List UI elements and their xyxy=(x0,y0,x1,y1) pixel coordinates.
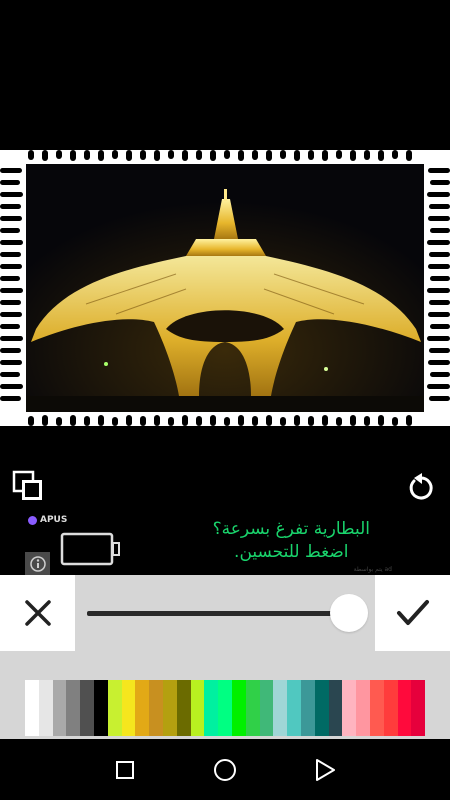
eiffel-tower-image xyxy=(26,164,424,412)
color-swatch[interactable] xyxy=(356,680,370,736)
color-swatch[interactable] xyxy=(411,680,426,736)
color-swatch[interactable] xyxy=(328,680,343,736)
ad-line-1: البطارية تفرغ بسرعة؟ xyxy=(212,519,370,539)
ad-banner[interactable]: APUS البطارية تفرغ بسرعة؟ اضغط للتحسين. … xyxy=(0,512,450,578)
home-button[interactable] xyxy=(205,750,245,790)
color-swatch[interactable] xyxy=(162,680,177,736)
color-swatch[interactable] xyxy=(273,680,288,736)
ad-line-2: اضغط للتحسين. xyxy=(234,542,349,562)
color-swatch[interactable] xyxy=(245,680,260,736)
color-swatch[interactable] xyxy=(300,680,315,736)
color-palette xyxy=(25,680,426,736)
frame-border-right xyxy=(427,168,450,401)
color-swatch[interactable] xyxy=(204,680,219,736)
color-swatch[interactable] xyxy=(135,680,150,736)
color-swatch[interactable] xyxy=(342,680,357,736)
square-icon xyxy=(116,761,134,779)
battery-icon xyxy=(60,532,122,566)
frame-border-bottom xyxy=(28,415,412,426)
color-swatch[interactable] xyxy=(107,680,122,736)
ad-watermark: يتم بواسطة ad xyxy=(353,566,392,573)
frame-border-top xyxy=(28,150,412,161)
info-icon[interactable] xyxy=(25,552,50,576)
circle-icon xyxy=(214,759,236,781)
ad-message: البطارية تفرغ بسرعة؟ اضغط للتحسين. xyxy=(213,518,370,564)
color-swatch[interactable] xyxy=(149,680,163,736)
color-swatch[interactable] xyxy=(93,680,108,736)
back-button[interactable] xyxy=(305,750,345,790)
color-swatch[interactable] xyxy=(287,680,301,736)
color-swatch[interactable] xyxy=(52,680,67,736)
color-swatch[interactable] xyxy=(38,680,53,736)
color-swatch[interactable] xyxy=(218,680,232,736)
rotate-ccw-icon[interactable] xyxy=(406,472,436,502)
eiffel-photo xyxy=(26,164,424,412)
color-swatch[interactable] xyxy=(66,680,81,736)
adjustment-bar xyxy=(0,575,450,651)
layers-icon[interactable] xyxy=(12,470,44,502)
palette-area xyxy=(0,651,450,739)
nav-bar xyxy=(0,740,450,800)
color-swatch[interactable] xyxy=(231,680,246,736)
color-swatch[interactable] xyxy=(314,680,329,736)
confirm-button[interactable] xyxy=(375,575,450,651)
color-swatch[interactable] xyxy=(369,680,384,736)
color-swatch[interactable] xyxy=(259,680,274,736)
color-swatch[interactable] xyxy=(121,680,136,736)
apus-logo-icon xyxy=(28,515,37,525)
color-swatch[interactable] xyxy=(25,680,39,736)
recents-button[interactable] xyxy=(105,750,145,790)
color-swatch[interactable] xyxy=(383,680,398,736)
cancel-button[interactable] xyxy=(0,575,75,651)
photo-frame[interactable] xyxy=(0,150,450,426)
color-swatch[interactable] xyxy=(397,680,412,736)
close-icon xyxy=(24,600,51,626)
slider-thumb[interactable] xyxy=(330,594,368,632)
frame-border-left xyxy=(0,168,23,401)
slider-track[interactable] xyxy=(87,611,352,616)
triangle-icon xyxy=(316,759,335,781)
ad-brand: APUS xyxy=(28,515,67,525)
color-swatch[interactable] xyxy=(190,680,205,736)
color-swatch[interactable] xyxy=(80,680,94,736)
color-swatch[interactable] xyxy=(176,680,191,736)
ad-brand-label: APUS xyxy=(40,515,68,525)
check-icon xyxy=(396,600,429,625)
